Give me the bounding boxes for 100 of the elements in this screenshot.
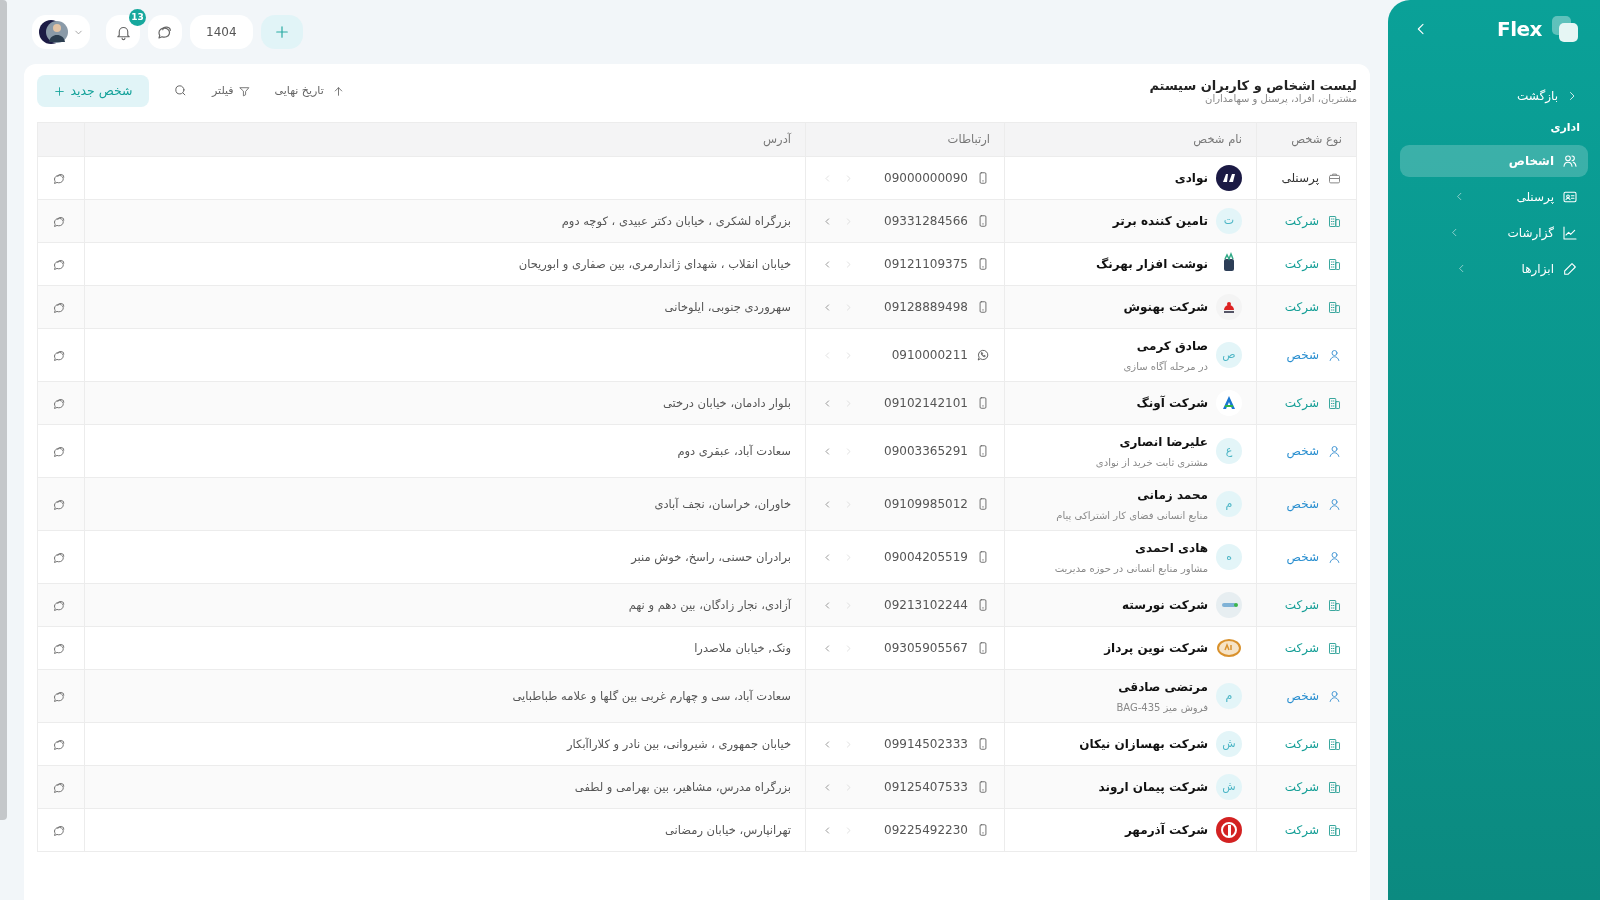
phone-number: 09000000090 xyxy=(884,170,968,187)
mobile-icon xyxy=(976,214,990,228)
person-note: مشاور منابع انسانی در حوزه مدیریت xyxy=(1054,561,1208,576)
person-type: شخص xyxy=(1286,549,1319,566)
building-icon xyxy=(1327,597,1342,613)
person-type: شرکت xyxy=(1284,213,1319,230)
person-name[interactable]: هادی احمدی xyxy=(1054,538,1208,557)
person-name[interactable]: نوادی xyxy=(1174,169,1208,187)
person-name[interactable]: محمد زمانی xyxy=(1056,485,1208,504)
page-title: لیست اشخاص و کاربران سیستم xyxy=(1149,77,1357,94)
building-icon xyxy=(1327,299,1342,315)
building-icon xyxy=(1327,640,1342,656)
person-name[interactable]: علیرضا انصاری xyxy=(1095,432,1208,451)
person-type: شرکت xyxy=(1284,256,1319,273)
add-button[interactable] xyxy=(260,15,303,49)
people-icon xyxy=(1562,152,1578,169)
sort-button[interactable]: تاریخ نهایی xyxy=(274,82,345,100)
mobile-icon xyxy=(976,497,990,511)
logo-icon xyxy=(1216,165,1242,191)
person-note: منابع انسانی فضای کار اشتراکی پیام xyxy=(1056,508,1208,523)
phone-number: 09331284566 xyxy=(884,213,968,230)
chat-icon xyxy=(52,444,67,459)
whatsapp-icon xyxy=(976,348,990,362)
chat-icon xyxy=(52,550,67,565)
phone-number: 09213102244 xyxy=(884,597,968,614)
filter-button[interactable]: فیلتر xyxy=(212,82,251,100)
building-icon xyxy=(1327,736,1342,752)
phone-number: 09004205519 xyxy=(884,549,968,566)
chat-button[interactable] xyxy=(148,15,182,49)
person-name[interactable]: شرکت آونگ xyxy=(1136,394,1208,412)
person-name[interactable]: تامین کننده برتر xyxy=(1112,212,1208,230)
chevron-left-icon xyxy=(823,644,832,653)
year-button[interactable]: 1404 xyxy=(190,15,253,49)
chat-icon xyxy=(52,348,67,363)
mobile-icon xyxy=(976,444,990,458)
user-icon xyxy=(1327,496,1342,512)
logo-icon xyxy=(1550,14,1580,44)
page-subtitle: مشتریان، افراد، پرسنل و سهامداران xyxy=(1204,93,1357,105)
address-text: برادران حسنی، راسخ، خوش منبر xyxy=(631,549,791,564)
letter-avatar: ص xyxy=(1216,342,1242,368)
chat-icon xyxy=(52,689,67,704)
mobile-icon xyxy=(976,550,990,564)
mobile-icon xyxy=(976,171,990,185)
mobile-icon xyxy=(976,823,990,837)
chat-icon xyxy=(52,780,67,795)
person-type: شرکت xyxy=(1284,299,1319,316)
letter-avatar: ع xyxy=(1216,438,1242,464)
person-name[interactable]: شرکت نورسته xyxy=(1121,596,1208,614)
chevron-left-icon xyxy=(823,783,832,792)
person-type: شخص xyxy=(1286,688,1319,705)
mobile-icon xyxy=(976,641,990,655)
chart-icon xyxy=(1562,224,1578,241)
person-name[interactable]: شرکت پیمان اروند xyxy=(1098,778,1208,796)
building-icon xyxy=(1327,256,1342,272)
person-name[interactable]: شرکت بهنوش xyxy=(1123,298,1208,316)
chevron-left-icon xyxy=(823,447,832,456)
building-icon xyxy=(1327,779,1342,795)
phone-number: 09102142101 xyxy=(884,395,968,412)
building-icon xyxy=(1327,213,1342,229)
mobile-icon xyxy=(976,396,990,410)
funnel-icon xyxy=(237,84,251,98)
person-type: شخص xyxy=(1286,443,1319,460)
chat-icon xyxy=(52,737,67,752)
person-name[interactable]: مرتضی صادقی xyxy=(1116,677,1208,696)
letter-avatar: ش xyxy=(1216,731,1242,757)
person-name[interactable]: نوشت افزار بهرنگ xyxy=(1095,255,1208,273)
chevron-left-icon xyxy=(823,740,832,749)
mobile-icon xyxy=(976,737,990,751)
person-type: شرکت xyxy=(1284,597,1319,614)
pencil-icon xyxy=(1562,260,1578,277)
person-name[interactable]: صادق کرمی xyxy=(1123,336,1208,355)
chevron-left-icon xyxy=(823,260,832,269)
column-header: نوع شخص xyxy=(1291,131,1342,146)
letter-avatar: ش xyxy=(1216,774,1242,800)
chevron-left-icon xyxy=(823,399,832,408)
mobile-icon xyxy=(976,257,990,271)
letter-avatar: ت xyxy=(1216,208,1242,234)
address-text: بزرگراه لشکری ، خیابان دکتر عبیدی ، کوچه دوم xyxy=(561,213,791,228)
person-name[interactable]: شرکت نوین پرداز xyxy=(1104,639,1208,657)
person-name[interactable]: شرکت آذرمهر xyxy=(1124,821,1208,839)
person-type: شرکت xyxy=(1284,822,1319,839)
account-menu[interactable] xyxy=(32,15,90,49)
address-text: سعادت آباد، سی و چهارم غربی بین گلها و علامه طباطبایی xyxy=(512,688,791,703)
chat-icon xyxy=(52,257,67,272)
address-text: آزادی، نجار زادگان، بین دهم و نهم xyxy=(628,597,791,612)
section-label: اداری xyxy=(1549,120,1581,136)
avatar-icon xyxy=(38,18,69,46)
plus-icon xyxy=(53,84,67,98)
letter-avatar: م xyxy=(1216,683,1242,709)
logo-icon xyxy=(1216,817,1242,843)
address-text: خیابان انقلاب ، شهدای ژاندارمری، بین صفاری و ابوریحان xyxy=(518,256,791,271)
phone-number: 09128889498 xyxy=(884,299,968,316)
briefcase-icon xyxy=(1327,170,1342,186)
logo-icon xyxy=(1216,592,1242,618)
person-type: شخص xyxy=(1286,496,1319,513)
mobile-icon xyxy=(976,598,990,612)
person-name[interactable]: شرکت بهسازان نیکان xyxy=(1079,735,1208,753)
chat-icon xyxy=(52,497,67,512)
scrollbar[interactable] xyxy=(0,0,7,820)
user-icon xyxy=(1327,347,1342,363)
